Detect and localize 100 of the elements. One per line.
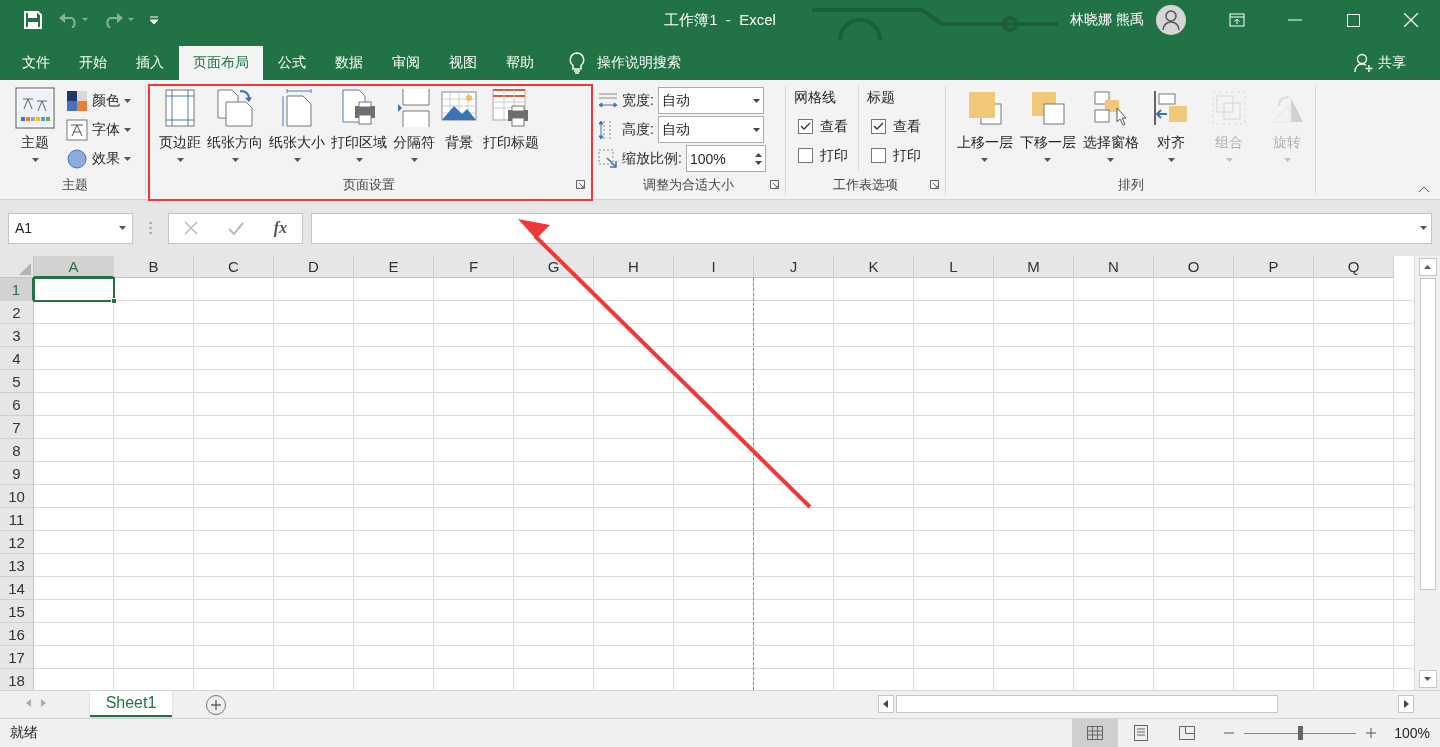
ribbon-button[interactable]: 分隔符 [390,86,438,162]
row-header[interactable]: 14 [0,577,34,600]
row-header[interactable]: 16 [0,623,34,646]
row-header[interactable]: 6 [0,393,34,416]
ribbon-button[interactable]: 打印区域 [328,86,390,162]
row-header[interactable]: 7 [0,416,34,439]
grip-icon [149,221,152,235]
column-header[interactable]: H [594,256,674,278]
column-header[interactable]: G [514,256,594,278]
checkbox[interactable] [871,119,886,134]
name-box[interactable]: A1 [8,212,133,244]
redo-icon[interactable] [104,12,134,28]
dropdown-field[interactable]: 自动 [657,87,764,114]
ribbon-tab[interactable]: 开始 [65,46,121,80]
ribbon-button[interactable]: 下移一层 [1017,86,1078,162]
caret-icon [410,158,418,162]
ribbon-button[interactable]: 打印标题 [480,86,542,152]
theme-option-button[interactable]: 效果 [64,144,133,173]
column-header[interactable]: I [674,256,754,278]
row-header[interactable]: 1 [0,278,34,301]
checkbox[interactable] [871,148,886,163]
zoom-thumb[interactable] [1298,726,1304,740]
ribbon-button[interactable]: 上移一层 [954,86,1015,162]
add-person-icon [1354,53,1374,73]
zoom-in-icon[interactable] [1366,728,1377,738]
column-header[interactable]: A [34,256,114,278]
field-label: 宽度: [622,91,654,110]
theme-option-button[interactable]: 字体 [64,115,133,144]
column-header[interactable]: C [194,256,274,278]
column-header[interactable]: N [1074,256,1154,278]
row-header[interactable]: 4 [0,347,34,370]
ribbon-tab[interactable]: 文件 [8,46,64,80]
row-header[interactable]: 11 [0,508,34,531]
checkbox[interactable] [798,119,813,134]
caret-icon [1107,158,1114,162]
print-area-icon [341,88,377,128]
save-icon[interactable] [24,11,42,29]
share-button[interactable]: 共享 [1348,46,1412,80]
ribbon-button[interactable]: 纸张大小 [266,86,328,162]
column-header[interactable]: P [1234,256,1314,278]
row-header[interactable]: 15 [0,600,34,623]
row-header[interactable]: 3 [0,324,34,347]
ribbon-button[interactable]: 选择窗格 [1080,86,1141,162]
selection-pane-icon [1092,90,1129,126]
ribbon-tab[interactable]: 公式 [264,46,320,80]
tell-me-search[interactable]: 操作说明搜索 [597,54,681,72]
horizontal-scrollbar[interactable] [878,694,1414,714]
user-avatar[interactable] [1156,5,1186,35]
sheet-tab[interactable]: Sheet1 [90,691,172,717]
caret-icon [124,98,131,103]
scroll-right-icon [1398,695,1414,713]
ribbon-button[interactable]: 页边距 [156,86,204,162]
formula-input[interactable] [311,212,1432,244]
column-header[interactable]: D [274,256,354,278]
fonts-icon [66,118,88,141]
active-cell[interactable] [33,277,115,302]
ribbon-tab[interactable]: 插入 [122,46,178,80]
vertical-scrollbar[interactable] [1414,256,1440,690]
themes-button[interactable]: 主题 [12,86,58,162]
collapse-ribbon-icon[interactable] [1418,186,1430,193]
ribbon-button[interactable]: 对齐 [1143,86,1199,162]
spin-field[interactable]: 100% [685,145,766,172]
column-header[interactable]: E [354,256,434,278]
ribbon-button[interactable]: 纸张方向 [204,86,266,162]
row-header[interactable]: 18 [0,669,34,690]
row-header[interactable]: 12 [0,531,34,554]
column-header[interactable]: Q [1314,256,1394,278]
column-header[interactable]: B [114,256,194,278]
row-header[interactable]: 8 [0,439,34,462]
row-header[interactable]: 17 [0,646,34,669]
column-header[interactable]: L [914,256,994,278]
checkbox[interactable] [798,148,813,163]
dropdown-field[interactable]: 自动 [657,116,764,143]
dialog-launcher-icon[interactable] [930,180,939,189]
width-icon [598,91,618,110]
column-header[interactable]: K [834,256,914,278]
insert-function-button[interactable]: fx [273,219,288,237]
dialog-launcher-icon[interactable] [770,180,779,189]
ribbon-tab[interactable]: 数据 [321,46,377,80]
row-header[interactable]: 2 [0,301,34,324]
customize-menu-icon[interactable] [150,16,158,24]
row-header[interactable]: 9 [0,462,34,485]
ribbon-button[interactable]: 背景 [438,86,480,152]
row-header[interactable]: 5 [0,370,34,393]
dialog-launcher-icon[interactable] [576,180,585,189]
undo-icon[interactable] [58,12,88,28]
colors-icon [66,89,88,112]
normal-view-button[interactable] [1072,719,1119,747]
ribbon-tab[interactable]: 视图 [435,46,491,80]
column-header[interactable]: M [994,256,1074,278]
column-header[interactable]: J [754,256,834,278]
row-header[interactable]: 13 [0,554,34,577]
ribbon-tab[interactable]: 页面布局 [179,46,263,80]
theme-option-button[interactable]: 颜色 [64,86,133,115]
ribbon-tab[interactable]: 帮助 [492,46,548,80]
zoom-level[interactable]: 100% [1394,725,1430,741]
row-header[interactable]: 10 [0,485,34,508]
column-header[interactable]: F [434,256,514,278]
column-header[interactable]: O [1154,256,1234,278]
ribbon-tab[interactable]: 审阅 [378,46,434,80]
